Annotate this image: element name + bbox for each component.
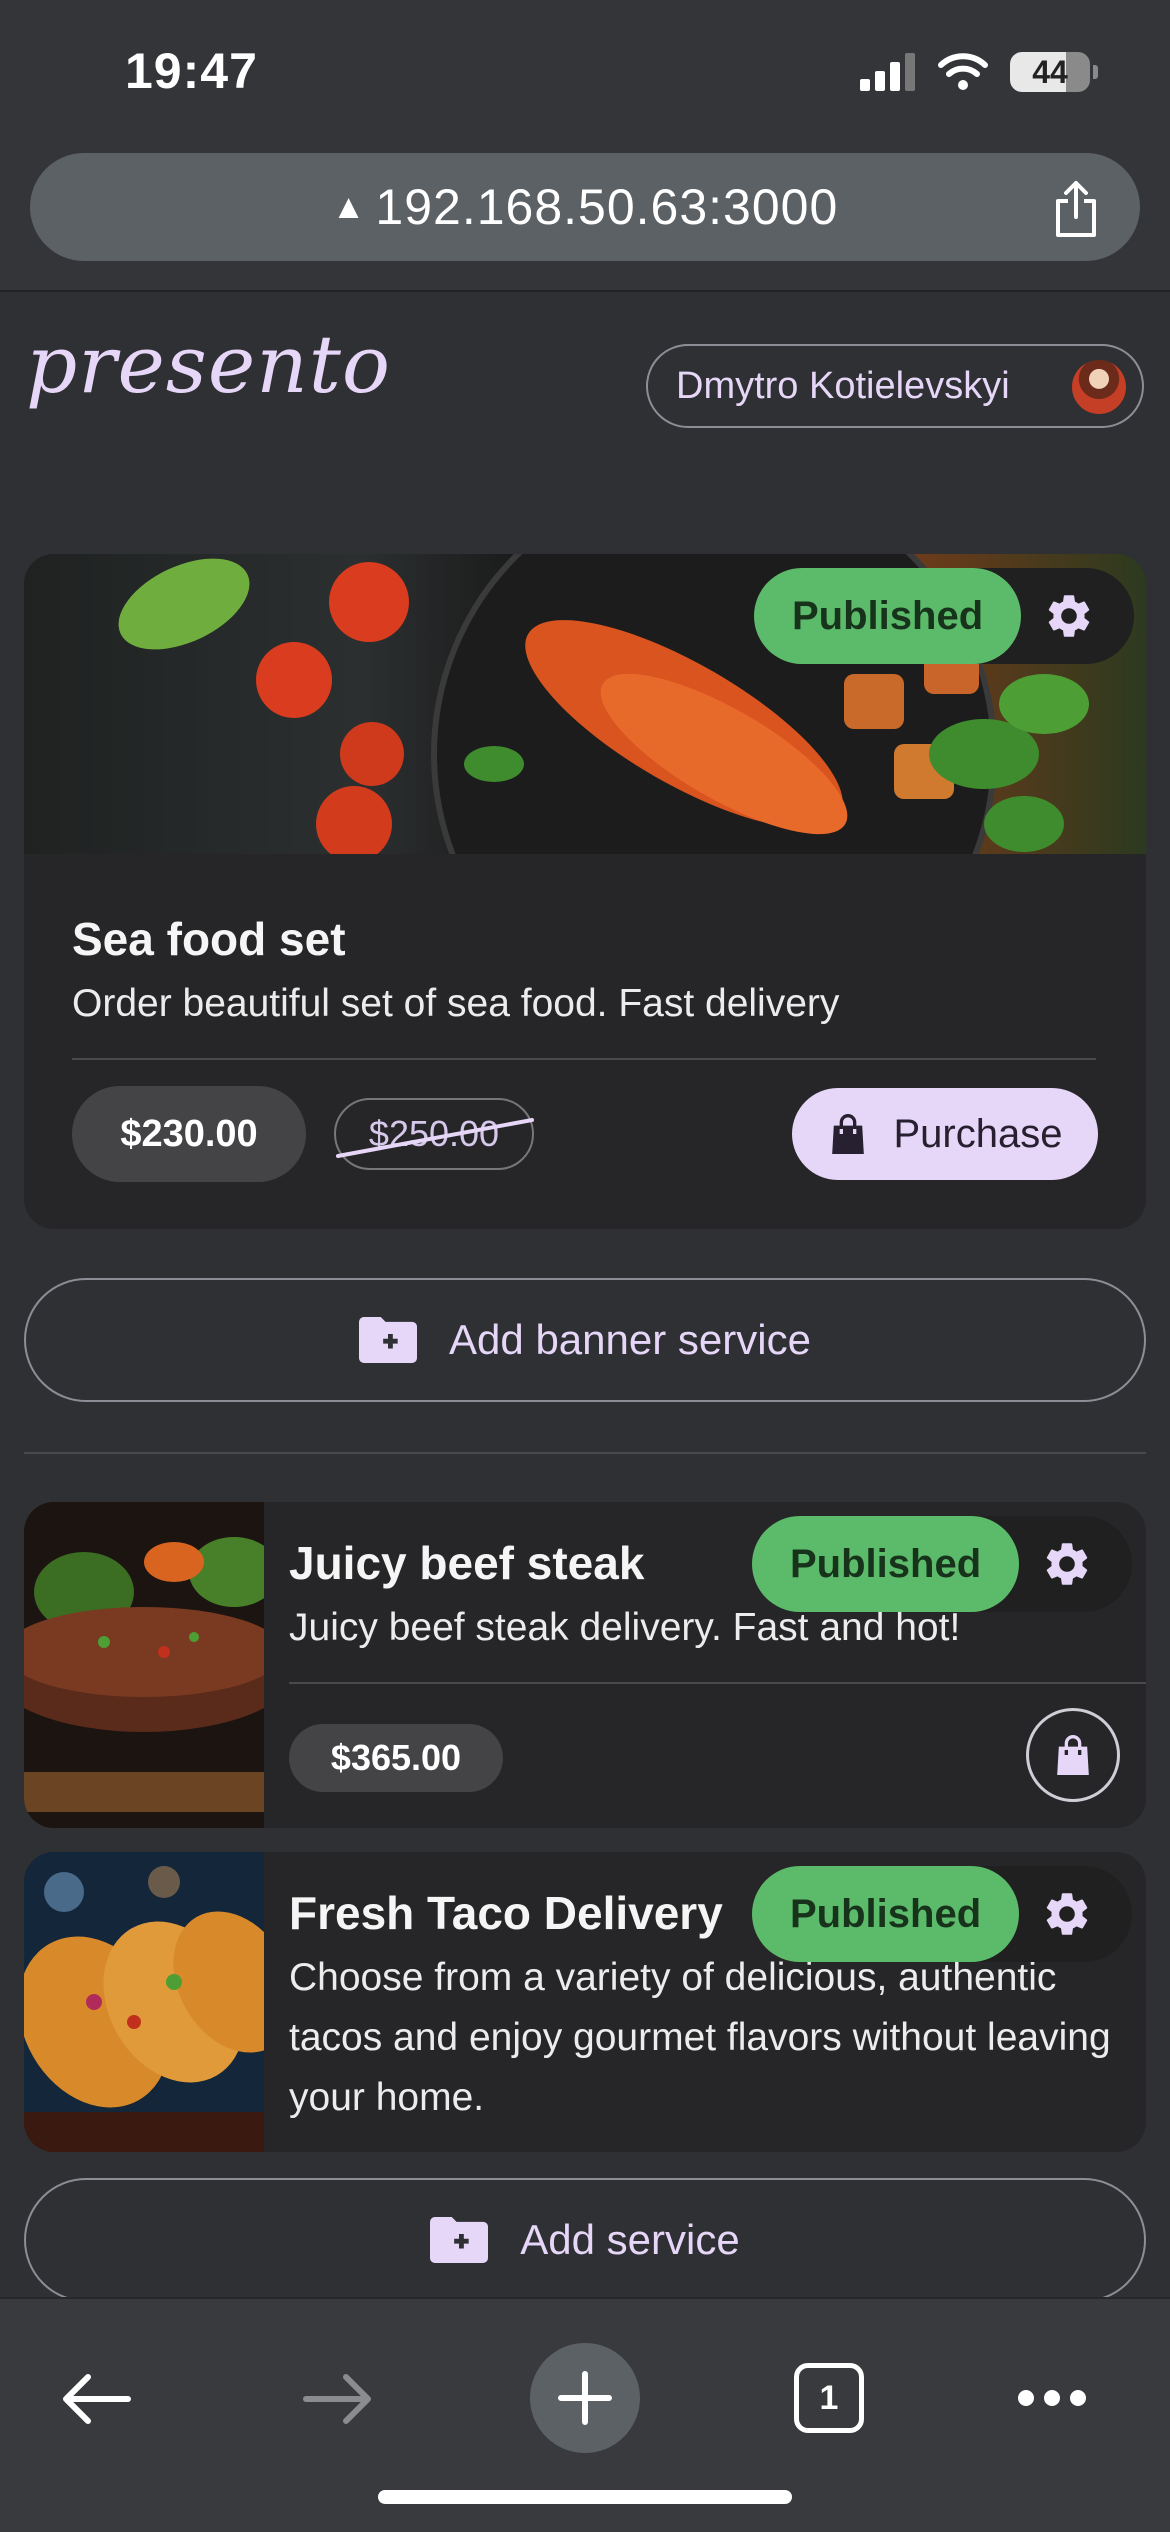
new-tab-button[interactable] [530,2343,640,2453]
back-arrow-icon[interactable] [60,2371,132,2427]
signal-icon [860,53,915,91]
purchase-button[interactable] [1026,1708,1120,1802]
url-text: 192.168.50.63:3000 [375,179,839,235]
avatar [1072,360,1126,414]
shopping-bag-icon [1057,1735,1089,1775]
service-price: $365.00 [289,1724,503,1792]
address-bar[interactable]: ▲ 192.168.50.63:3000 [30,153,1140,261]
banner-price: $230.00 [72,1086,306,1182]
plus-icon [558,2371,612,2425]
service-card[interactable]: Fresh Taco Delivery Choose from a variet… [24,1852,1146,2152]
app-logo[interactable]: presento [26,318,391,411]
status-time: 19:47 [125,43,258,99]
banner-title: Sea food set [72,913,346,965]
add-service-button[interactable]: Add service [24,2178,1146,2302]
wifi-icon [938,53,988,90]
tabs-button[interactable]: 1 [794,2363,864,2433]
service-divider [289,1682,1146,1684]
gear-icon[interactable] [1021,590,1117,642]
service-status-controls: Published [752,1516,1132,1612]
folder-add-icon [359,1317,418,1363]
forward-arrow-icon[interactable] [302,2371,374,2427]
shopping-bag-icon [831,1114,864,1154]
status-icons: 44 [860,52,1098,92]
folder-add-icon [430,2217,489,2263]
section-divider [24,1452,1146,1454]
service-description: Choose from a variety of delicious, auth… [289,1956,1111,2119]
service-title: Juicy beef steak [289,1537,645,1589]
add-banner-service-label: Add banner service [449,1316,811,1363]
purchase-label: Purchase [893,1111,1063,1156]
service-status-controls: Published [752,1866,1132,1962]
more-icon[interactable] [1016,2387,1088,2409]
published-badge[interactable]: Published [754,568,1022,664]
published-badge[interactable]: Published [752,1516,1020,1612]
strikethrough-line [336,1118,534,1158]
service-card[interactable]: Juicy beef steak Juicy beef steak delive… [24,1502,1146,1828]
share-icon[interactable] [1050,179,1102,239]
banner-service-card[interactable]: Published Sea food set Order beautiful s… [24,554,1146,1229]
gear-icon[interactable] [1019,1888,1115,1940]
banner-status-controls: Published [754,568,1134,664]
published-badge[interactable]: Published [752,1866,1020,1962]
banner-divider [72,1058,1096,1060]
service-title: Fresh Taco Delivery [289,1887,723,1939]
user-chip[interactable]: Dmytro Kotielevskyi [646,344,1144,428]
purchase-button[interactable]: Purchase [792,1088,1098,1180]
add-service-label: Add service [520,2216,740,2263]
warning-icon: ▲ [331,187,366,226]
banner-image: Published [24,554,1146,854]
banner-old-price: $250.00 [334,1098,534,1170]
banner-description: Order beautiful set of sea food. Fast de… [72,982,840,1025]
battery-icon: 44 [1010,52,1098,92]
service-thumbnail [24,1852,295,2152]
add-banner-service-button[interactable]: Add banner service [24,1278,1146,1402]
gear-icon[interactable] [1019,1538,1115,1590]
service-thumbnail [24,1502,294,1828]
home-indicator [378,2490,792,2504]
user-name: Dmytro Kotielevskyi [676,364,1010,407]
